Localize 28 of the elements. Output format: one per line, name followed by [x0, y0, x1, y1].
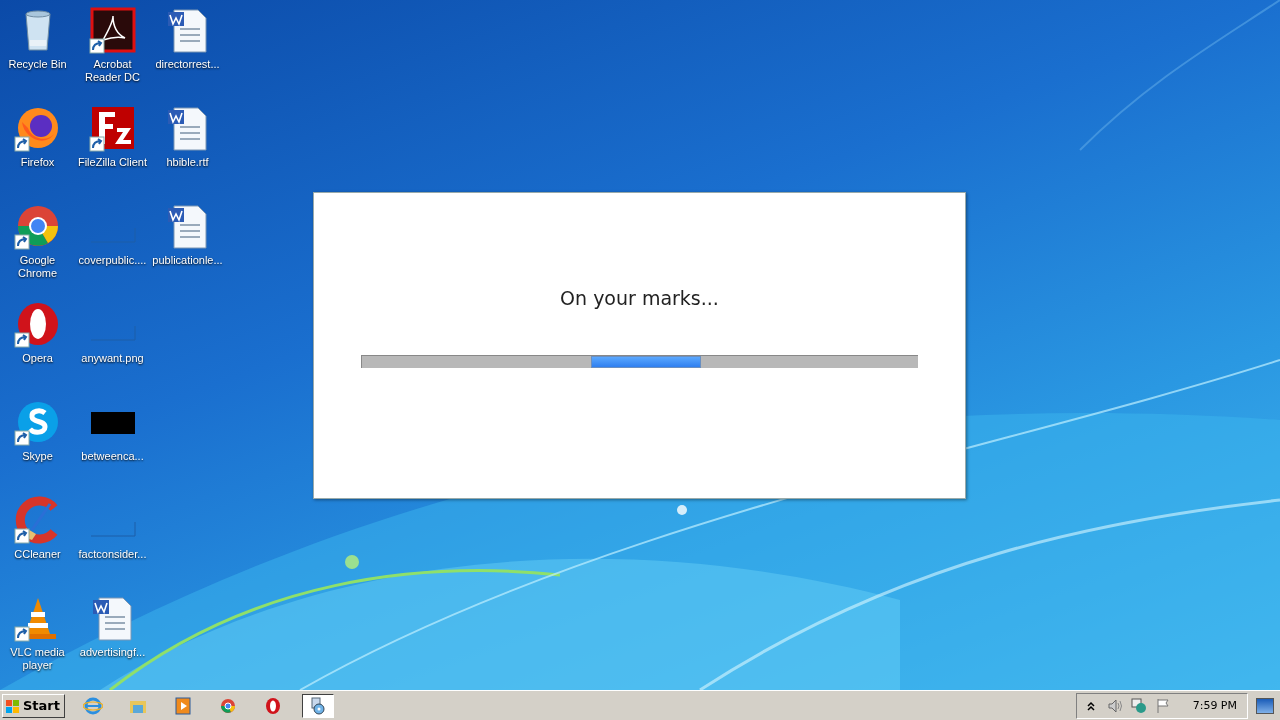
windows-logo-icon: [5, 697, 21, 714]
icon-label: Firefox: [19, 156, 56, 169]
icon-label: Skype: [21, 450, 54, 463]
icon-label: publicationle...: [151, 254, 224, 267]
opera-icon[interactable]: [263, 695, 283, 716]
icon-label: Google Chrome: [16, 254, 59, 280]
media-icon[interactable]: [173, 695, 193, 716]
icon-label: anywant.png: [80, 352, 145, 365]
speaker-icon[interactable]: [1106, 697, 1123, 714]
icon-label: VLC media player: [9, 646, 66, 672]
icon-label: coverpublic....: [77, 254, 148, 267]
flag-icon[interactable]: [1154, 697, 1171, 714]
show-desktop-button[interactable]: [1256, 697, 1274, 714]
icon-label: betweenca...: [80, 450, 145, 463]
setup-icon[interactable]: [308, 695, 328, 716]
network-icon[interactable]: [1130, 697, 1147, 714]
icon-label: Recycle Bin: [7, 58, 68, 71]
clock: 7:59 PM: [1192, 699, 1237, 712]
status-message: On your marks...: [560, 287, 719, 309]
icon-label: advertisingf...: [78, 646, 147, 659]
start-button[interactable]: Start: [2, 693, 65, 718]
icon-label: FileZilla Client: [76, 156, 149, 169]
icon-label: Acrobat Reader DC: [84, 58, 141, 84]
icon-label: Opera: [21, 352, 54, 365]
icon-label: factconsider...: [77, 548, 148, 561]
icon-label: CCleaner: [13, 548, 62, 561]
icon-label: directorrest...: [154, 58, 221, 71]
icon-label: hbible.rtf: [165, 156, 210, 169]
